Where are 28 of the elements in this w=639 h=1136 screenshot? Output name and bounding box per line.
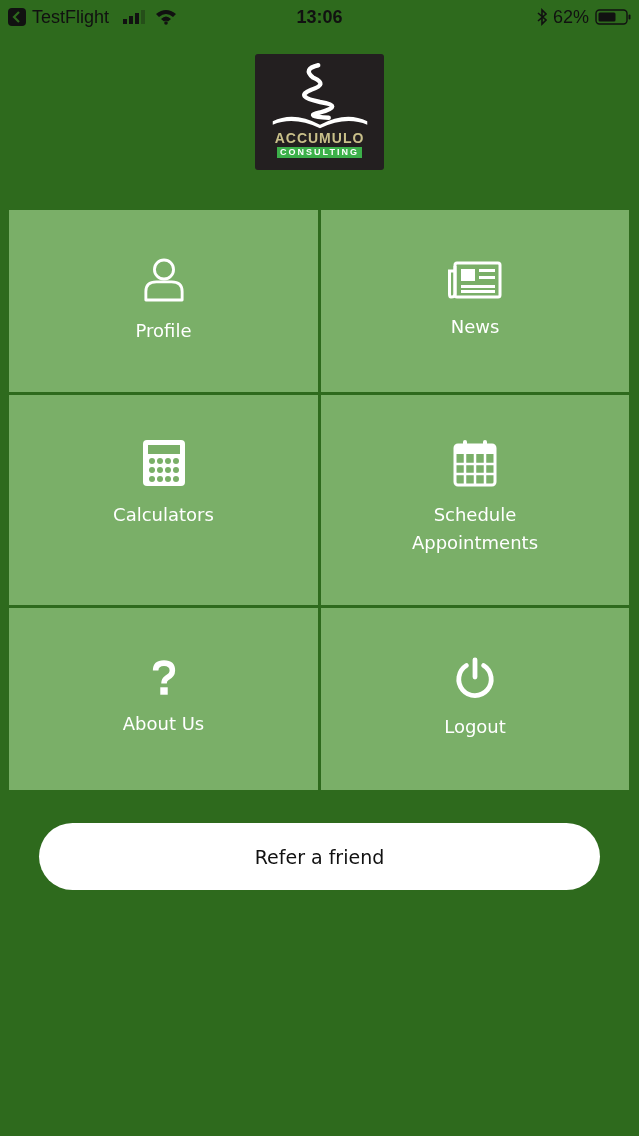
- battery-percentage: 62%: [552, 6, 589, 28]
- logo-tagline: CONSULTING: [277, 147, 362, 158]
- tile-label: About Us: [122, 712, 205, 736]
- calendar-icon: [453, 439, 497, 487]
- menu-tile[interactable]: Profile: [9, 210, 318, 392]
- tile-label: Logout: [444, 715, 506, 739]
- menu-tile[interactable]: Calculators: [9, 395, 318, 605]
- tile-label: News: [450, 315, 500, 339]
- menu-tile[interactable]: Schedule Appointments: [321, 395, 629, 605]
- menu-tile[interactable]: News: [321, 210, 629, 392]
- back-app-label[interactable]: TestFlight: [32, 6, 110, 28]
- person-icon: [142, 257, 185, 303]
- battery-icon: [595, 8, 631, 26]
- tile-label: Calculators: [113, 503, 214, 527]
- refer-button[interactable]: Refer a friend: [39, 823, 600, 890]
- logo-wordmark: ACCUMULO: [274, 130, 365, 146]
- tile-label: Schedule Appointments: [410, 503, 540, 555]
- calculator-icon: [141, 439, 186, 487]
- wifi-icon: [155, 9, 178, 25]
- menu-tile[interactable]: About Us: [9, 608, 318, 790]
- clock: 13:06: [296, 6, 343, 28]
- question-mark-icon: [150, 660, 177, 696]
- power-icon: [454, 657, 496, 699]
- newspaper-icon: [448, 261, 502, 299]
- menu-tile[interactable]: Logout: [321, 608, 629, 790]
- bluetooth-icon: [536, 8, 547, 26]
- back-icon[interactable]: [8, 8, 26, 26]
- tile-label: Profile: [135, 319, 192, 343]
